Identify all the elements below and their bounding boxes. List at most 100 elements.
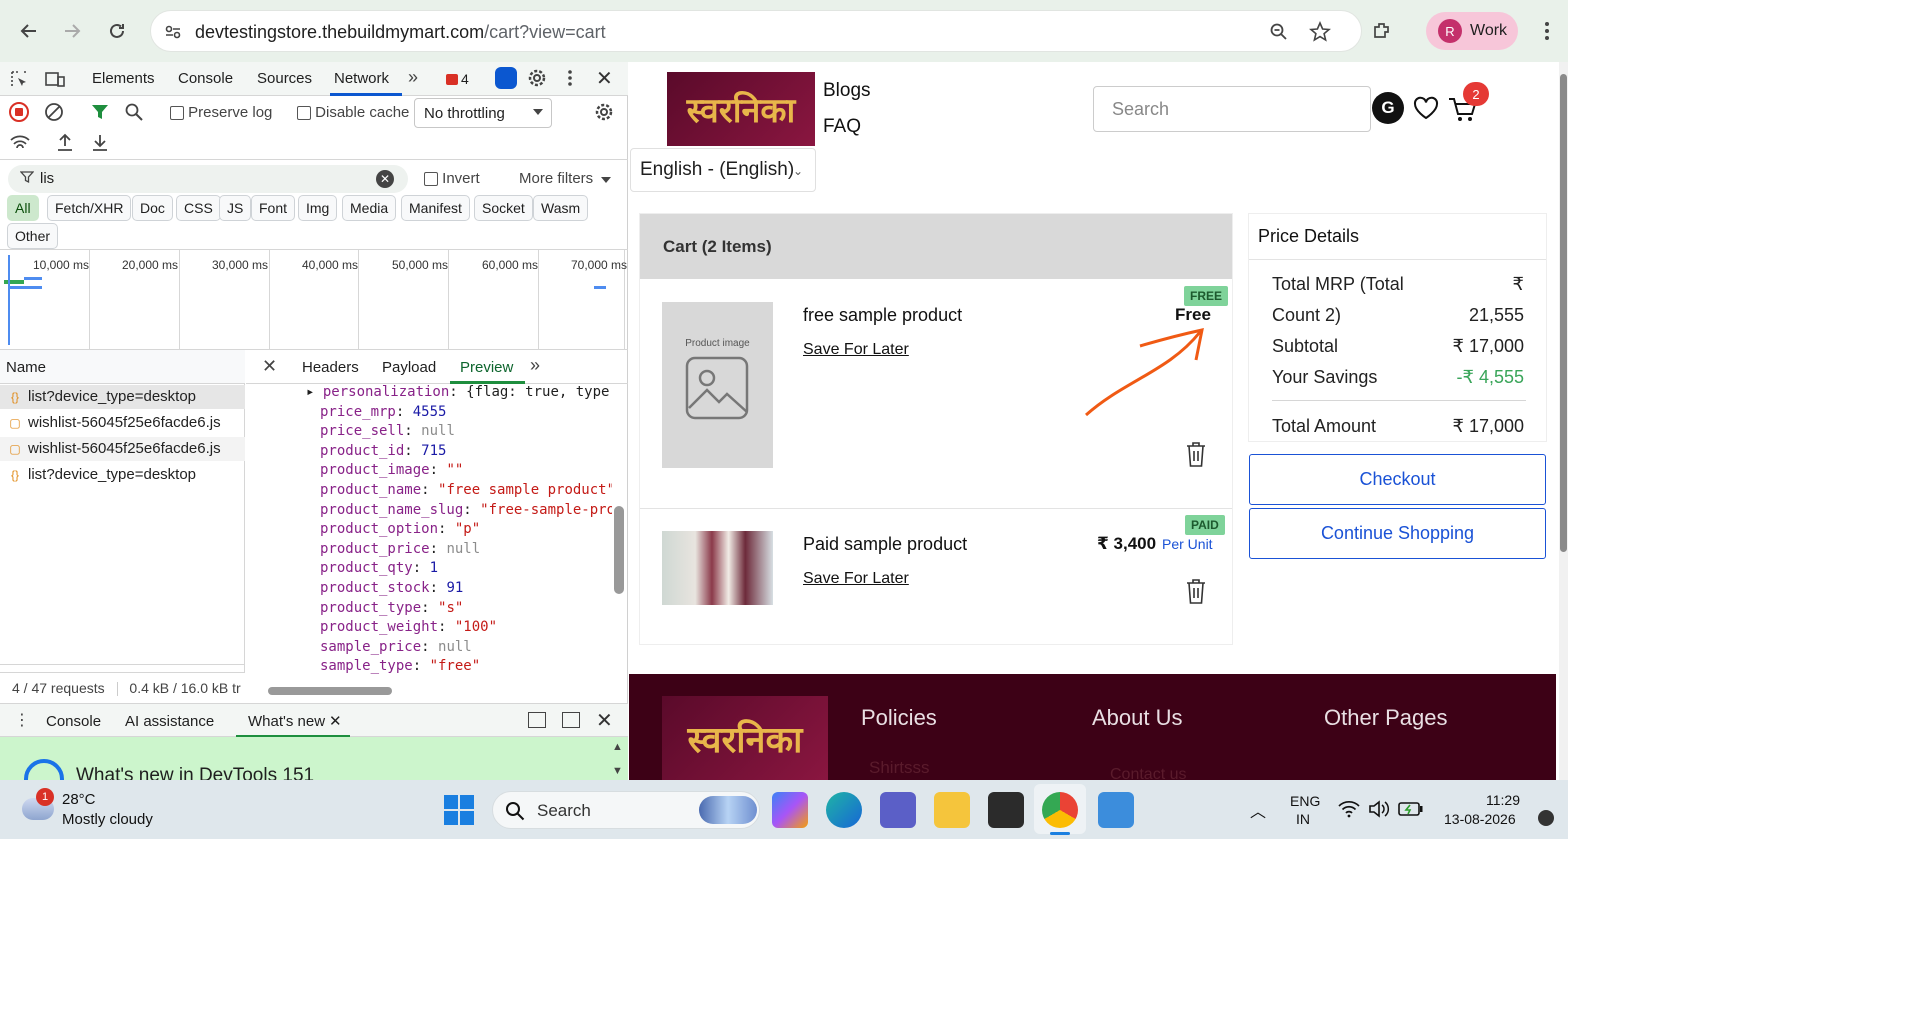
undock-icon[interactable] — [562, 712, 580, 728]
weather-temp[interactable]: 28°C — [62, 791, 96, 808]
edge-icon[interactable] — [826, 792, 862, 828]
export-har-icon[interactable] — [91, 132, 109, 156]
battery-icon[interactable] — [1398, 801, 1424, 822]
chrome-menu-icon[interactable] — [1532, 16, 1562, 46]
extensions-icon[interactable] — [1367, 16, 1397, 46]
throttling-select[interactable]: No throttling — [414, 98, 552, 128]
tab-preview[interactable]: Preview — [460, 359, 513, 376]
notification-icon[interactable] — [1538, 810, 1554, 826]
clock-date[interactable]: 13-08-2026 — [1444, 811, 1516, 827]
address-bar[interactable]: devtestingstore.thebuildmymart.com/cart?… — [150, 10, 1362, 52]
save-for-later-link[interactable]: Save For Later — [803, 341, 909, 359]
chrome-icon[interactable] — [1042, 792, 1078, 828]
more-detail-tabs-icon[interactable]: » — [530, 355, 540, 376]
request-row[interactable]: {} list?device_type=desktop — [8, 466, 196, 483]
request-row[interactable]: ▢ wishlist-56045f25e6facde6.js — [8, 414, 220, 431]
preview-line[interactable]: product_option: "p" — [320, 521, 480, 537]
tab-headers[interactable]: Headers — [302, 359, 359, 376]
import-har-icon[interactable] — [56, 132, 74, 156]
tab-sources[interactable]: Sources — [257, 70, 312, 87]
site-logo[interactable]: स्वरनिका — [667, 72, 815, 146]
product-name[interactable]: Paid sample product — [803, 534, 967, 555]
filter-input[interactable]: lis ✕ — [8, 165, 408, 193]
drawer-tab-whats-new[interactable]: What's new — [248, 713, 325, 730]
preview-line[interactable]: product_name: "free sample product" — [320, 482, 612, 498]
name-column-header[interactable]: Name — [0, 350, 245, 384]
continue-shopping-button[interactable]: Continue Shopping — [1249, 508, 1546, 559]
footer-link[interactable]: Shirtsss — [869, 758, 929, 778]
search-icon[interactable] — [124, 102, 144, 126]
nav-faq[interactable]: FAQ — [823, 116, 861, 138]
bookmark-star-icon[interactable] — [1309, 20, 1331, 48]
type-filter-fetch[interactable]: Fetch/XHR — [47, 195, 132, 221]
disable-cache-checkbox[interactable]: Disable cache — [297, 104, 409, 121]
teams-icon[interactable] — [880, 792, 916, 828]
more-filters-dropdown[interactable]: More filters — [519, 170, 612, 187]
reload-icon[interactable] — [102, 16, 132, 46]
language-select[interactable]: English - (English) ⌄ — [630, 148, 816, 192]
copilot-icon[interactable] — [772, 792, 808, 828]
ai-assist-icon[interactable] — [495, 67, 517, 89]
preview-pane[interactable]: ▸ personalization: {flag: true, type: pri… — [246, 384, 612, 682]
inspect-element-icon[interactable] — [10, 70, 28, 92]
type-filter-other[interactable]: Other — [7, 223, 59, 249]
invert-checkbox[interactable]: Invert — [424, 170, 480, 187]
product-image[interactable] — [662, 531, 773, 605]
preview-line[interactable]: product_type: "s" — [320, 600, 463, 616]
type-filter-doc[interactable]: Doc — [132, 195, 173, 221]
notepad-icon[interactable] — [1098, 792, 1134, 828]
nav-blogs[interactable]: Blogs — [823, 80, 871, 102]
horizontal-scrollbar[interactable] — [248, 686, 606, 696]
tab-elements[interactable]: Elements — [92, 70, 155, 87]
preserve-log-checkbox[interactable]: Preserve log — [170, 104, 272, 121]
back-icon[interactable] — [14, 16, 44, 46]
scroll-up-icon[interactable]: ▲ — [612, 741, 623, 753]
record-stop-icon[interactable] — [9, 102, 29, 122]
tab-console[interactable]: Console — [178, 70, 233, 87]
checkout-button[interactable]: Checkout — [1249, 454, 1546, 505]
type-filter-media[interactable]: Media — [342, 195, 397, 221]
settings-gear-icon[interactable] — [527, 68, 547, 92]
close-whats-new-icon[interactable]: ✕ — [329, 712, 342, 730]
site-search-input[interactable]: Search — [1093, 86, 1371, 132]
delete-trash-icon[interactable] — [1185, 577, 1207, 610]
devtools-menu-icon[interactable] — [567, 69, 573, 91]
preview-line[interactable]: product_price: null — [320, 541, 480, 557]
volume-icon[interactable] — [1368, 800, 1390, 823]
drawer-menu-icon[interactable]: ⋮ — [14, 710, 30, 730]
app-box-icon[interactable] — [988, 792, 1024, 828]
clear-icon[interactable] — [44, 102, 64, 126]
preview-line[interactable]: sample_type: "free" — [320, 658, 480, 674]
footer-link[interactable]: Contact us — [1110, 766, 1186, 780]
timeline-overview[interactable]: 10,000 ms 20,000 ms 30,000 ms 40,000 ms … — [0, 250, 628, 350]
zoom-icon[interactable] — [1269, 22, 1289, 47]
filter-icon[interactable] — [90, 102, 110, 126]
start-windows-icon[interactable] — [443, 794, 475, 831]
close-devtools-icon[interactable]: ✕ — [596, 66, 613, 91]
chevron-up-icon[interactable]: ︿ — [1250, 798, 1266, 822]
preview-line[interactable]: ▸ personalization: {flag: true, type: — [306, 384, 612, 400]
more-tabs-icon[interactable]: » — [408, 67, 418, 88]
preview-line[interactable]: product_stock: 91 — [320, 580, 463, 596]
preview-line[interactable]: price_sell: null — [320, 423, 455, 439]
type-filter-manifest[interactable]: Manifest — [401, 195, 470, 221]
type-filter-js[interactable]: JS — [219, 195, 252, 221]
drawer-tab-ai-assistance[interactable]: AI assistance — [125, 713, 214, 730]
dock-side-icon[interactable] — [528, 712, 546, 728]
type-filter-img[interactable]: Img — [298, 195, 338, 221]
lang-indicator[interactable]: ENG — [1290, 793, 1320, 809]
save-for-later-link[interactable]: Save For Later — [803, 570, 909, 588]
preview-line[interactable]: product_image: "" — [320, 462, 463, 478]
tab-payload[interactable]: Payload — [382, 359, 436, 376]
type-filter-wasm[interactable]: Wasm — [533, 195, 589, 221]
file-explorer-icon[interactable] — [934, 792, 970, 828]
device-toolbar-icon[interactable] — [45, 70, 65, 92]
type-filter-all[interactable]: All — [7, 195, 39, 221]
type-filter-socket[interactable]: Socket — [474, 195, 533, 221]
taskbar-search[interactable]: Search — [492, 791, 760, 829]
close-drawer-icon[interactable]: ✕ — [596, 708, 613, 733]
tab-network[interactable]: Network — [334, 70, 389, 87]
type-filter-font[interactable]: Font — [251, 195, 296, 221]
product-name[interactable]: free sample product — [803, 305, 962, 326]
clock-time[interactable]: 11:29 — [1486, 792, 1520, 808]
